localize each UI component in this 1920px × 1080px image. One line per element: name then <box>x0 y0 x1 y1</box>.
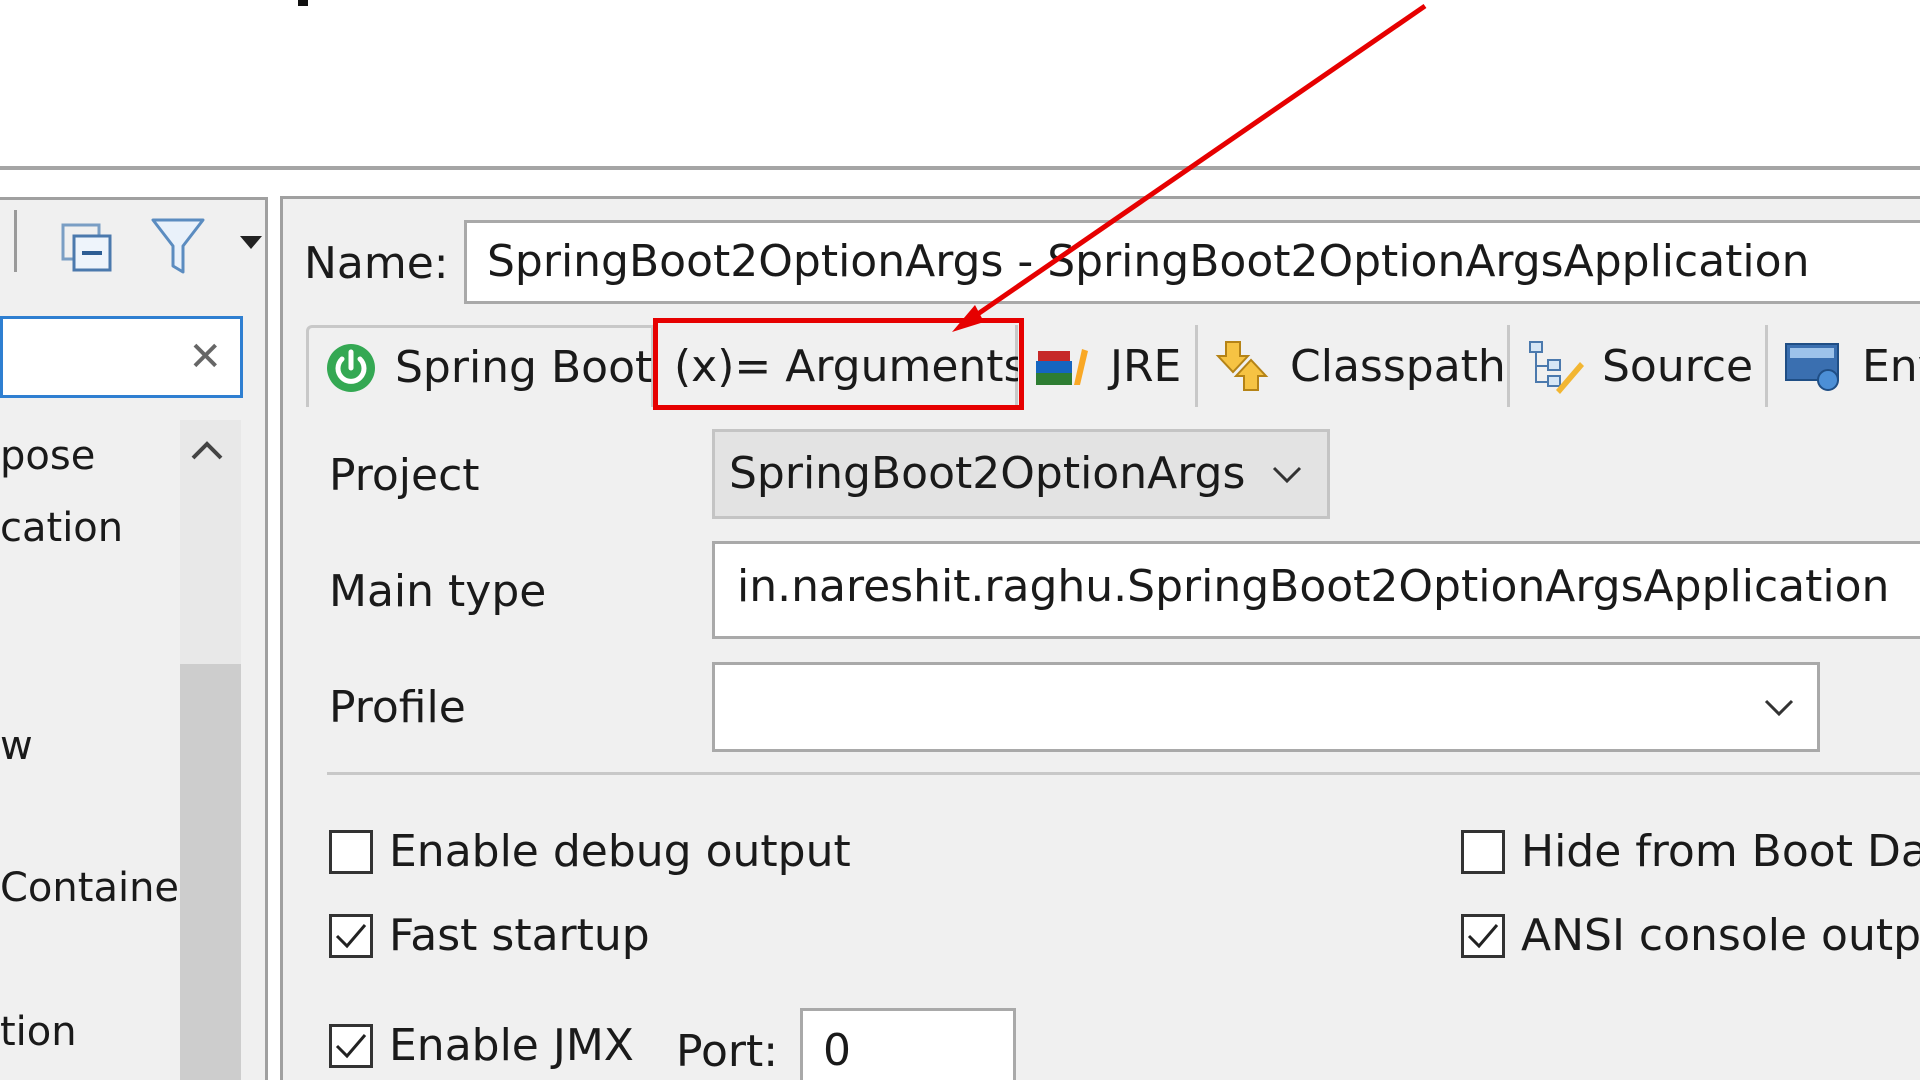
filter-icon[interactable] <box>148 214 208 280</box>
tab-source[interactable]: Source <box>1510 325 1768 407</box>
spring-power-icon <box>325 342 377 394</box>
scrollbar-thumb[interactable] <box>180 664 241 1080</box>
port-field[interactable]: 0 <box>800 1008 1016 1080</box>
chevron-up-icon[interactable] <box>190 430 224 470</box>
checkbox-label: Enable JMX <box>389 1020 634 1071</box>
chevron-down-icon[interactable] <box>1763 687 1795 731</box>
tab-jre[interactable]: JRE <box>1018 325 1198 407</box>
checkbox-label: Enable debug output <box>389 826 851 877</box>
checkbox-label: ANSI console outp <box>1521 910 1920 961</box>
profile-label: Profile <box>329 682 466 733</box>
tab-arguments[interactable]: (x)= Arguments <box>654 325 1026 407</box>
checkmark-icon[interactable] <box>329 913 373 958</box>
list-item[interactable]: w <box>0 722 33 770</box>
enable-jmx-checkbox[interactable]: Enable JMX <box>329 1020 634 1071</box>
collapse-all-icon[interactable] <box>58 220 116 276</box>
profile-select[interactable] <box>712 662 1820 752</box>
classpath-icon <box>1214 338 1272 394</box>
main-type-label: Main type <box>329 566 547 617</box>
checkbox-unchecked[interactable] <box>1461 829 1505 874</box>
close-icon[interactable]: ✕ <box>188 332 222 382</box>
chevron-down-icon[interactable] <box>1271 432 1303 544</box>
tab-classpath[interactable]: Classpath <box>1198 325 1510 407</box>
checkbox-unchecked[interactable] <box>329 829 373 874</box>
checkmark-icon[interactable] <box>329 1023 373 1068</box>
fast-startup-checkbox[interactable]: Fast startup <box>329 910 650 961</box>
project-select-value: SpringBoot2OptionArgs <box>729 448 1246 499</box>
section-divider <box>327 772 1920 775</box>
list-item[interactable]: Containe <box>0 864 179 912</box>
tab-label: Source <box>1602 340 1754 392</box>
tab-label: Classpath <box>1290 340 1506 392</box>
list-item[interactable]: tion <box>0 1008 77 1056</box>
tab-label: JRE <box>1110 340 1182 392</box>
port-label: Port: <box>676 1026 779 1077</box>
environment-icon <box>1784 340 1844 392</box>
cropped-heading-fragment <box>298 0 308 6</box>
tab-label: (x)= Arguments <box>674 340 1027 392</box>
list-item[interactable]: pose <box>0 432 95 480</box>
project-select[interactable]: SpringBoot2OptionArgs <box>712 429 1330 519</box>
source-icon <box>1526 338 1584 394</box>
jre-books-icon <box>1034 343 1092 389</box>
name-label: Name: <box>304 238 449 289</box>
main-type-field[interactable]: in.nareshit.raghu.SpringBoot2OptionArgsA… <box>712 541 1920 639</box>
enable-debug-output-checkbox[interactable]: Enable debug output <box>329 826 851 877</box>
project-label: Project <box>329 450 480 501</box>
tab-strip: Spring Boot (x)= Arguments JRE Classpath… <box>306 325 1920 411</box>
checkbox-label: Hide from Boot Da <box>1521 826 1920 877</box>
tab-spring-boot[interactable]: Spring Boot <box>306 325 654 407</box>
tab-label: Spring Boot <box>395 342 653 393</box>
tab-label: Env <box>1862 340 1920 392</box>
tab-environment[interactable]: Env <box>1768 325 1920 407</box>
filter-input[interactable]: ✕ <box>0 316 243 398</box>
header-divider <box>0 166 1920 170</box>
checkmark-icon[interactable] <box>1461 913 1505 958</box>
view-menu-chevron-down-icon[interactable] <box>238 232 264 254</box>
ansi-console-output-checkbox[interactable]: ANSI console outp <box>1461 910 1920 961</box>
name-field[interactable]: SpringBoot2OptionArgs - SpringBoot2Optio… <box>464 220 1920 304</box>
checkbox-label: Fast startup <box>389 910 650 961</box>
launch-configuration-window: ✕ pose cation w Containe tion Name: Spri… <box>0 0 1920 1080</box>
toolbar-separator <box>14 210 17 272</box>
list-item[interactable]: cation <box>0 504 123 552</box>
hide-from-boot-dashboard-checkbox[interactable]: Hide from Boot Da <box>1461 826 1920 877</box>
